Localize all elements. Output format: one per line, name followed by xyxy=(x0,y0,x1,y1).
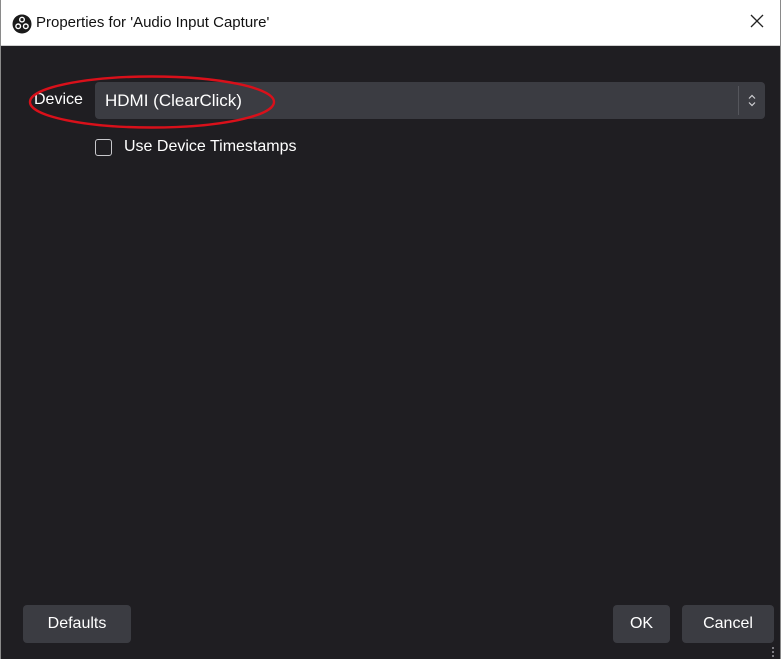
obs-logo-icon xyxy=(12,14,32,34)
properties-dialog: Properties for 'Audio Input Capture' Dev… xyxy=(0,0,781,659)
select-divider xyxy=(738,86,739,115)
close-button[interactable] xyxy=(734,0,780,46)
resize-grip-icon[interactable] xyxy=(771,645,775,657)
use-device-timestamps-checkbox[interactable] xyxy=(95,138,112,156)
use-device-timestamps-label: Use Device Timestamps xyxy=(124,138,297,155)
defaults-button[interactable]: Defaults xyxy=(23,605,131,643)
close-icon xyxy=(750,14,764,33)
ok-button[interactable]: OK xyxy=(613,605,670,643)
window-title: Properties for 'Audio Input Capture' xyxy=(36,14,270,31)
use-device-timestamps-option[interactable]: Use Device Timestamps xyxy=(95,136,297,158)
cancel-button[interactable]: Cancel xyxy=(682,605,774,643)
up-down-arrows-icon xyxy=(746,92,758,109)
device-select-value: HDMI (ClearClick) xyxy=(105,91,242,110)
dialog-content: Device HDMI (ClearClick) Use Device Time… xyxy=(1,46,780,659)
title-bar: Properties for 'Audio Input Capture' xyxy=(1,0,780,46)
device-label: Device xyxy=(34,91,83,108)
device-select[interactable]: HDMI (ClearClick) xyxy=(95,82,765,119)
